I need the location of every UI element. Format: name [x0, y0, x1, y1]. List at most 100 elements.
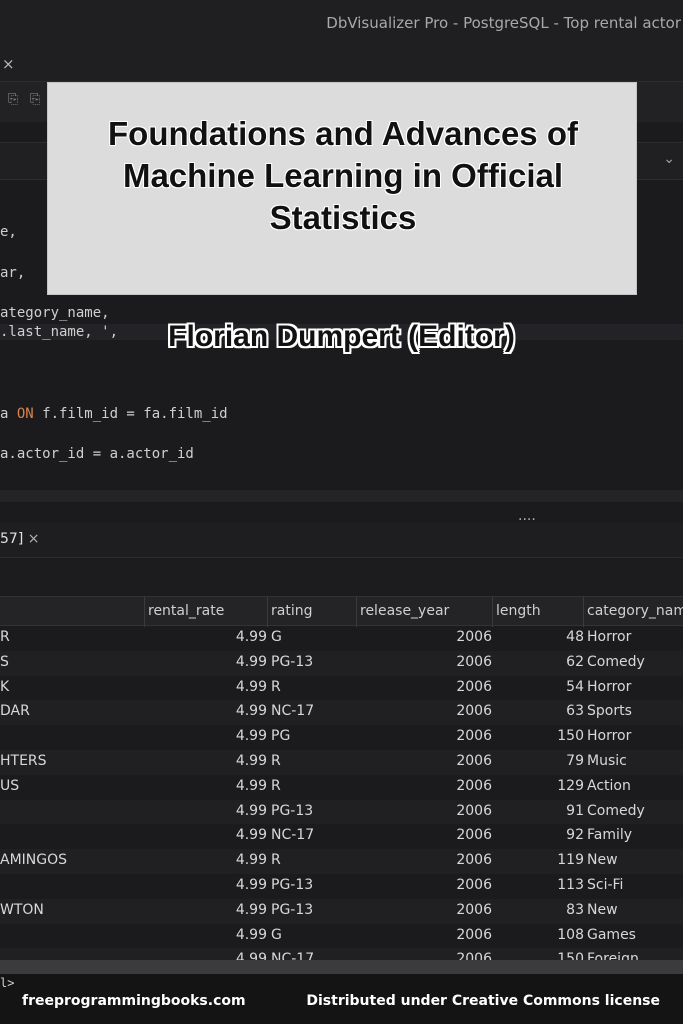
- cell-title[interactable]: HTERS: [0, 753, 140, 769]
- table-row[interactable]: 4.99 PG-13 2006 91 Comedy: [0, 799, 683, 825]
- table-row[interactable]: 4.99 PG-13 2006 113 Sci-Fi: [0, 874, 683, 899]
- cell-category[interactable]: Sci-Fi: [587, 877, 683, 893]
- cell-rating[interactable]: PG: [271, 728, 356, 744]
- table-row[interactable]: WTON 4.99 PG-13 2006 83 New: [0, 898, 683, 924]
- cell-length[interactable]: 129: [496, 778, 584, 794]
- table-row[interactable]: K 4.99 R 2006 54 Horror: [0, 676, 683, 701]
- table-row[interactable]: 4.99 NC-17 2006 92 Family: [0, 824, 683, 849]
- cell-length[interactable]: 150: [496, 728, 584, 744]
- cell-title[interactable]: US: [0, 778, 140, 794]
- column-header-rating[interactable]: rating: [271, 603, 312, 619]
- cell-release-year[interactable]: 2006: [360, 827, 492, 843]
- column-header-release-year[interactable]: release_year: [360, 603, 449, 619]
- cell-rating[interactable]: NC-17: [271, 827, 356, 843]
- table-row[interactable]: 4.99 PG 2006 150 Horror: [0, 725, 683, 750]
- cell-length[interactable]: 63: [496, 703, 584, 719]
- run-sql-icon[interactable]: ⎘: [8, 92, 18, 107]
- cell-release-year[interactable]: 2006: [360, 654, 492, 670]
- cell-release-year[interactable]: 2006: [360, 728, 492, 744]
- cell-length[interactable]: 62: [496, 654, 584, 670]
- table-row[interactable]: US 4.99 R 2006 129 Action: [0, 775, 683, 800]
- column-header-length[interactable]: length: [496, 603, 541, 619]
- cell-release-year[interactable]: 2006: [360, 803, 492, 819]
- cell-category[interactable]: Family: [587, 827, 683, 843]
- cell-title[interactable]: WTON: [0, 902, 140, 918]
- cell-rating[interactable]: G: [271, 629, 356, 645]
- table-row[interactable]: S 4.99 PG-13 2006 62 Comedy: [0, 650, 683, 676]
- cell-title[interactable]: S: [0, 654, 140, 670]
- cell-category[interactable]: Music: [587, 753, 683, 769]
- cell-category[interactable]: Foreign: [587, 951, 683, 960]
- table-row[interactable]: HTERS 4.99 R 2006 79 Music: [0, 750, 683, 775]
- cell-length[interactable]: 150: [496, 951, 584, 960]
- cell-rating[interactable]: PG-13: [271, 654, 356, 670]
- cell-category[interactable]: Comedy: [587, 803, 683, 819]
- cell-release-year[interactable]: 2006: [360, 679, 492, 695]
- cell-rental-rate[interactable]: 4.99: [148, 778, 267, 794]
- table-row[interactable]: 4.99 NC-17 2006 150 Foreign: [0, 948, 683, 960]
- cell-rental-rate[interactable]: 4.99: [148, 629, 267, 645]
- cell-category[interactable]: Games: [587, 927, 683, 943]
- cell-release-year[interactable]: 2006: [360, 629, 492, 645]
- table-row[interactable]: AMINGOS 4.99 R 2006 119 New: [0, 849, 683, 874]
- cell-rating[interactable]: NC-17: [271, 703, 356, 719]
- cell-rating[interactable]: NC-17: [271, 951, 356, 960]
- cell-rating[interactable]: PG-13: [271, 902, 356, 918]
- column-separator[interactable]: [583, 597, 584, 627]
- cell-rental-rate[interactable]: 4.99: [148, 902, 267, 918]
- close-result-tab-icon[interactable]: ×: [28, 531, 40, 547]
- cell-rental-rate[interactable]: 4.99: [148, 877, 267, 893]
- cell-rental-rate[interactable]: 4.99: [148, 803, 267, 819]
- cell-category[interactable]: Horror: [587, 629, 683, 645]
- cell-release-year[interactable]: 2006: [360, 902, 492, 918]
- cell-title[interactable]: DAR: [0, 703, 140, 719]
- column-separator[interactable]: [356, 597, 357, 627]
- cell-rental-rate[interactable]: 4.99: [148, 927, 267, 943]
- cell-release-year[interactable]: 2006: [360, 951, 492, 960]
- run-sql-alt-icon[interactable]: ⎘: [30, 92, 40, 107]
- cell-rating[interactable]: PG-13: [271, 803, 356, 819]
- cell-category[interactable]: Horror: [587, 728, 683, 744]
- cell-length[interactable]: 79: [496, 753, 584, 769]
- column-separator[interactable]: [267, 597, 268, 627]
- cell-category[interactable]: Action: [587, 778, 683, 794]
- cell-length[interactable]: 108: [496, 927, 584, 943]
- cell-category[interactable]: Comedy: [587, 654, 683, 670]
- cell-rental-rate[interactable]: 4.99: [148, 728, 267, 744]
- cell-rental-rate[interactable]: 4.99: [148, 654, 267, 670]
- cell-category[interactable]: Sports: [587, 703, 683, 719]
- cell-category[interactable]: New: [587, 902, 683, 918]
- table-row[interactable]: DAR 4.99 NC-17 2006 63 Sports: [0, 700, 683, 726]
- cell-length[interactable]: 119: [496, 852, 584, 868]
- cell-length[interactable]: 54: [496, 679, 584, 695]
- close-tab-icon[interactable]: ×: [2, 55, 15, 73]
- table-row[interactable]: 4.99 G 2006 108 Games: [0, 924, 683, 949]
- cell-rating[interactable]: R: [271, 778, 356, 794]
- cell-length[interactable]: 83: [496, 902, 584, 918]
- cell-rating[interactable]: R: [271, 753, 356, 769]
- cell-rating[interactable]: R: [271, 679, 356, 695]
- cell-release-year[interactable]: 2006: [360, 753, 492, 769]
- cell-title[interactable]: R: [0, 629, 140, 645]
- horizontal-scrollbar[interactable]: [0, 960, 683, 974]
- cell-category[interactable]: Horror: [587, 679, 683, 695]
- cell-length[interactable]: 113: [496, 877, 584, 893]
- result-tab[interactable]: 57] ×: [0, 531, 39, 547]
- column-separator[interactable]: [492, 597, 493, 627]
- column-separator[interactable]: [144, 597, 145, 627]
- cell-release-year[interactable]: 2006: [360, 852, 492, 868]
- cell-rental-rate[interactable]: 4.99: [148, 827, 267, 843]
- cell-length[interactable]: 48: [496, 629, 584, 645]
- cell-category[interactable]: New: [587, 852, 683, 868]
- cell-rental-rate[interactable]: 4.99: [148, 679, 267, 695]
- cell-rental-rate[interactable]: 4.99: [148, 951, 267, 960]
- cell-rating[interactable]: G: [271, 927, 356, 943]
- cell-rental-rate[interactable]: 4.99: [148, 753, 267, 769]
- cell-rating[interactable]: R: [271, 852, 356, 868]
- cell-rental-rate[interactable]: 4.99: [148, 703, 267, 719]
- cell-title[interactable]: AMINGOS: [0, 852, 140, 868]
- cell-length[interactable]: 91: [496, 803, 584, 819]
- cell-release-year[interactable]: 2006: [360, 877, 492, 893]
- table-row[interactable]: R 4.99 G 2006 48 Horror: [0, 626, 683, 651]
- pane-splitter[interactable]: [0, 490, 683, 502]
